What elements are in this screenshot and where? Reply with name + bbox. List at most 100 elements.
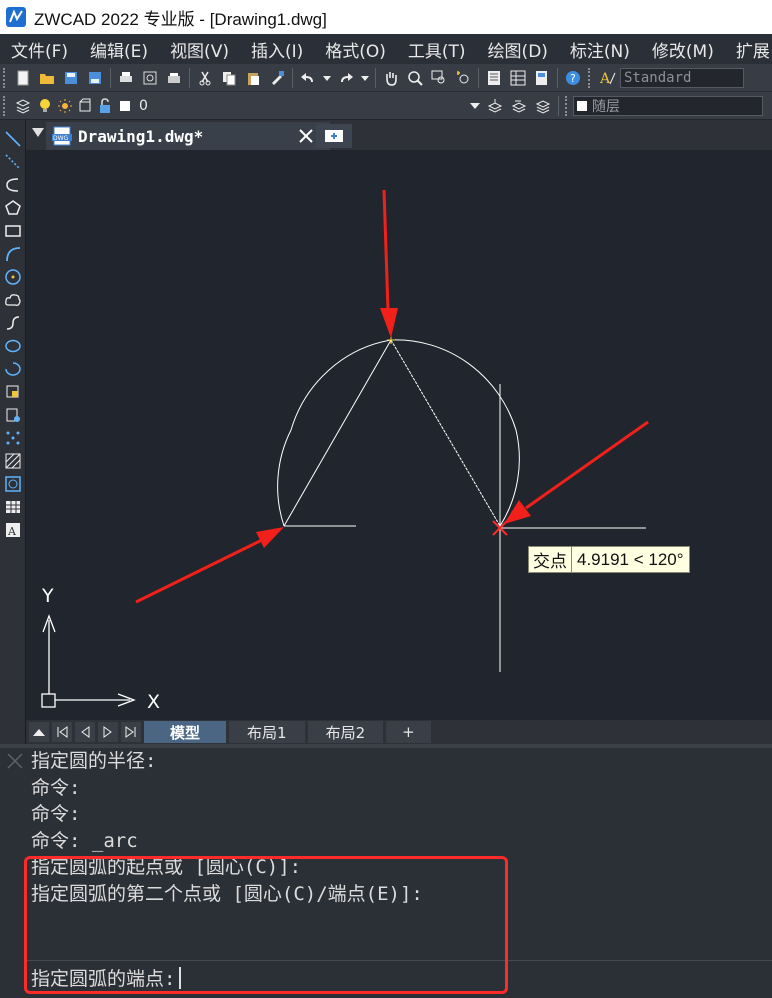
add-layout-button[interactable]: + — [386, 721, 431, 743]
design-center-icon[interactable] — [508, 68, 528, 88]
ucs-y-label: Y — [41, 585, 54, 607]
layout-first-icon[interactable] — [52, 722, 72, 742]
menu-tools[interactable]: 工具(T) — [397, 37, 477, 62]
toolbar-grip[interactable] — [3, 95, 8, 116]
menu-bar: 文件(F) 编辑(E) 视图(V) 插入(I) 格式(O) 工具(T) 绘图(D… — [0, 34, 772, 64]
ellipse-arc-tool-icon[interactable] — [4, 360, 22, 378]
open-folder-icon[interactable] — [37, 68, 57, 88]
zoom-previous-icon[interactable] — [453, 68, 473, 88]
region-tool-icon[interactable] — [4, 475, 22, 493]
plot-icon[interactable] — [164, 68, 184, 88]
triangle-left-line[interactable] — [283, 339, 392, 527]
layer-dropdown-icon[interactable] — [469, 96, 481, 116]
zoom-window-icon[interactable] — [429, 68, 449, 88]
save-as-icon[interactable] — [85, 68, 105, 88]
revision-cloud-tool-icon[interactable] — [4, 291, 22, 309]
undo-dropdown-icon[interactable] — [322, 68, 332, 88]
text-style-icon[interactable]: A — [598, 68, 618, 88]
svg-text:?: ? — [570, 72, 576, 85]
menu-edit[interactable]: 编辑(E) — [79, 37, 159, 62]
menu-view[interactable]: 视图(V) — [159, 37, 240, 62]
tab-list-dropdown-icon[interactable] — [32, 128, 44, 137]
zoom-realtime-icon[interactable] — [405, 68, 425, 88]
toolbar-separator — [558, 95, 559, 116]
layer-manager-icon[interactable] — [13, 96, 33, 116]
help-icon[interactable]: ? — [563, 68, 583, 88]
insert-block-tool-icon[interactable] — [4, 383, 22, 401]
copy-icon[interactable] — [219, 68, 239, 88]
layout-prev-icon[interactable] — [75, 722, 95, 742]
close-tab-icon[interactable] — [298, 128, 314, 144]
cut-icon[interactable] — [195, 68, 215, 88]
document-tab[interactable]: DWG Drawing1.dwg* — [46, 122, 330, 150]
tab-model[interactable]: 模型 — [144, 721, 227, 743]
menu-extensions[interactable]: 扩展 — [725, 37, 772, 62]
pan-hand-icon[interactable] — [381, 68, 401, 88]
toolbar-grip[interactable] — [3, 67, 8, 88]
layout-scroll-up-icon[interactable] — [29, 722, 49, 742]
ellipse-tool-icon[interactable] — [4, 337, 22, 355]
layout-last-icon[interactable] — [121, 722, 141, 742]
redo-dropdown-icon[interactable] — [360, 68, 370, 88]
paste-icon[interactable] — [243, 68, 263, 88]
make-object-layer-current-icon[interactable] — [485, 96, 505, 116]
undo-icon[interactable] — [298, 68, 318, 88]
document-tab-strip: DWG Drawing1.dwg* — [26, 120, 772, 150]
layer-toolbar: 0 随层 — [0, 91, 772, 119]
circle-tool-icon[interactable] — [4, 268, 22, 286]
menu-dimension[interactable]: 标注(N) — [559, 37, 641, 62]
line-tool-icon[interactable] — [4, 130, 22, 148]
menu-insert[interactable]: 插入(I) — [240, 37, 314, 62]
menu-format[interactable]: 格式(O) — [314, 37, 397, 62]
menu-draw[interactable]: 绘图(D) — [477, 37, 559, 62]
redo-icon[interactable] — [336, 68, 356, 88]
toolbar-separator — [189, 67, 190, 88]
print-icon[interactable] — [116, 68, 136, 88]
drawing-viewport[interactable]: Y X — [26, 150, 772, 720]
toolbar-separator — [375, 67, 376, 88]
table-tool-icon[interactable] — [4, 498, 22, 516]
command-window-close-icon[interactable] — [6, 752, 24, 770]
color-control-select[interactable]: 随层 — [573, 95, 763, 116]
svg-text:DWG: DWG — [53, 135, 69, 142]
layer-viewport-icon[interactable] — [75, 96, 95, 116]
polygon-tool-icon[interactable] — [4, 199, 22, 217]
toolbar-grip[interactable] — [588, 67, 593, 88]
tab-layout2[interactable]: 布局2 — [307, 721, 384, 743]
snap-tooltip-label: 交点 — [529, 547, 572, 572]
layout-next-icon[interactable] — [98, 722, 118, 742]
menu-modify[interactable]: 修改(M) — [641, 37, 725, 62]
new-drawing-tab-button[interactable] — [316, 124, 352, 148]
match-properties-icon[interactable] — [267, 68, 287, 88]
new-file-icon[interactable] — [13, 68, 33, 88]
command-history-line: 指定圆的半径: — [31, 750, 157, 772]
tool-palette-icon[interactable] — [532, 68, 552, 88]
tab-layout1[interactable]: 布局1 — [229, 721, 305, 743]
layer-on-bulb-icon[interactable] — [35, 96, 55, 116]
point-tool-icon[interactable] — [4, 429, 22, 447]
construction-line-tool-icon[interactable] — [4, 153, 22, 171]
layer-thaw-sun-icon[interactable] — [55, 96, 75, 116]
zwcad-window: ZWCAD 2022 专业版 - [Drawing1.dwg] 文件(F) 编辑… — [0, 0, 772, 998]
layer-states-icon[interactable] — [533, 96, 553, 116]
arc-tool-icon[interactable] — [4, 245, 22, 263]
make-block-tool-icon[interactable] — [4, 406, 22, 424]
document-tab-label: Drawing1.dwg* — [78, 126, 204, 146]
ucs-icon — [41, 614, 136, 708]
toolbar-grip[interactable] — [565, 95, 570, 116]
hatch-tool-icon[interactable] — [4, 452, 22, 470]
drawing-canvas[interactable]: Y X — [26, 150, 772, 720]
rectangle-tool-icon[interactable] — [4, 222, 22, 240]
spline-tool-icon[interactable] — [4, 314, 22, 332]
multiline-text-tool-icon[interactable]: A — [4, 521, 22, 539]
save-icon[interactable] — [61, 68, 81, 88]
menu-file[interactable]: 文件(F) — [0, 37, 79, 62]
text-style-select[interactable]: Standard — [620, 67, 744, 88]
polyline-tool-icon[interactable] — [4, 176, 22, 194]
layer-previous-icon[interactable] — [509, 96, 529, 116]
layer-unlock-icon[interactable] — [95, 96, 115, 116]
triangle-right-line[interactable] — [390, 339, 501, 527]
properties-icon[interactable] — [484, 68, 504, 88]
layer-name: 0 — [139, 97, 148, 114]
print-preview-icon[interactable] — [140, 68, 160, 88]
